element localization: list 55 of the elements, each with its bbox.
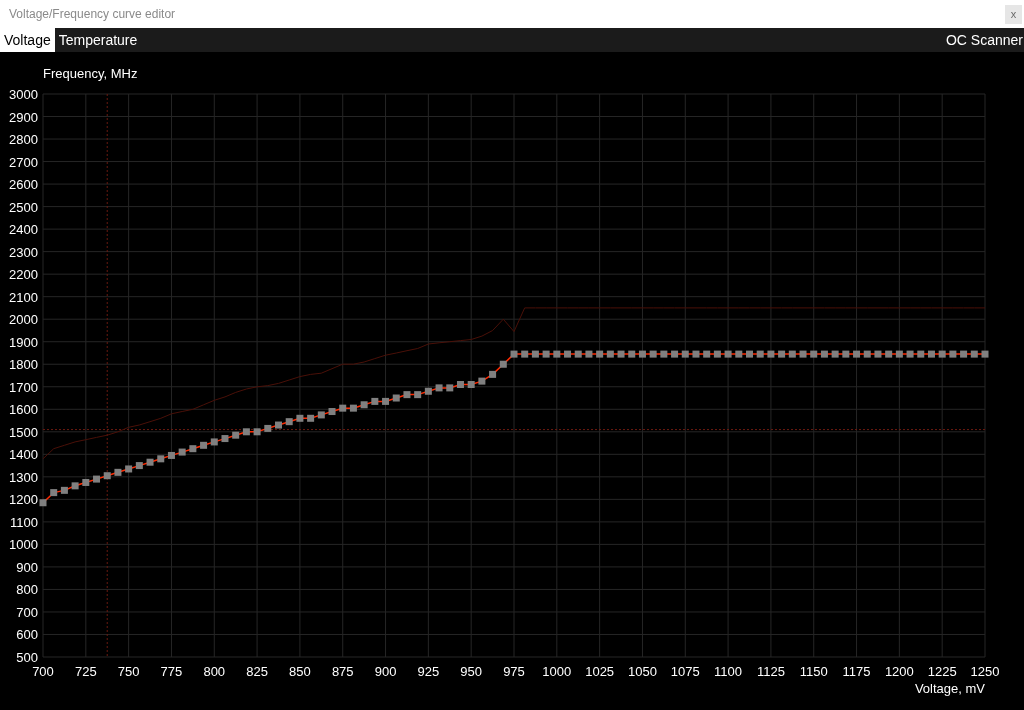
- y-axis-label: 1800: [9, 357, 38, 373]
- y-axis-label: 1900: [9, 334, 38, 350]
- y-axis-label: 1000: [9, 537, 38, 553]
- x-axis-label: 1150: [799, 664, 828, 679]
- y-axis-label: 2300: [9, 244, 38, 260]
- y-axis-label: 1500: [9, 424, 38, 440]
- x-axis-label: 850: [289, 664, 311, 679]
- close-button[interactable]: x: [1005, 4, 1022, 24]
- x-axis-label: 925: [417, 664, 440, 679]
- y-axis-label: 2200: [9, 267, 38, 283]
- y-axis-label: 2100: [9, 289, 38, 305]
- x-axis-label: 1250: [970, 664, 1000, 679]
- x-axis-label: 1050: [628, 664, 657, 679]
- x-axis-label: 975: [503, 664, 525, 679]
- y-axis-label: 2800: [9, 132, 38, 148]
- x-axis-label: 1225: [927, 664, 957, 679]
- y-axis-title: Frequency, MHz: [43, 66, 138, 81]
- x-axis-label: 1125: [756, 664, 785, 679]
- y-axis-label: 2700: [9, 154, 38, 170]
- y-axis-label: 2500: [9, 199, 38, 215]
- window-title: Voltage/Frequency curve editor: [9, 6, 176, 23]
- x-axis-label: 700: [32, 664, 54, 679]
- x-axis-label: 775: [160, 664, 183, 679]
- x-axis-label: 1100: [714, 664, 743, 679]
- y-axis-label: 600: [16, 627, 38, 643]
- y-axis-label: 500: [16, 650, 38, 665]
- y-axis-label: 1700: [9, 379, 38, 395]
- y-axis-label: 1200: [9, 492, 38, 508]
- y-axis-label: 700: [16, 604, 38, 620]
- x-axis-label: 1075: [670, 664, 700, 679]
- x-axis-label: 825: [246, 664, 268, 679]
- y-axis-label: 2900: [9, 109, 38, 125]
- y-axis-label: 900: [16, 559, 38, 575]
- x-axis-label: 1200: [884, 664, 914, 679]
- x-axis-label: 1175: [842, 664, 871, 679]
- y-axis-label: 2600: [9, 177, 38, 193]
- y-axis-label: 3000: [9, 87, 38, 102]
- y-axis-label: 2400: [9, 222, 38, 238]
- y-axis-label: 1400: [9, 447, 38, 463]
- x-axis-label: 800: [203, 664, 226, 679]
- y-axis-label: 1600: [9, 402, 38, 418]
- x-axis-label: 1025: [585, 664, 615, 679]
- tab[interactable]: Voltage: [0, 28, 55, 52]
- oc-scanner-tab[interactable]: OC Scanner: [944, 28, 1024, 52]
- y-axis-label: 1300: [9, 469, 38, 485]
- x-axis-label: 875: [331, 664, 354, 679]
- x-axis-label: 950: [460, 664, 483, 679]
- x-axis-label: 725: [74, 664, 97, 679]
- x-axis-label: 900: [374, 664, 397, 679]
- x-axis-label: 750: [117, 664, 140, 679]
- y-axis-label: 800: [16, 582, 38, 598]
- x-axis-title: Voltage, mV: [914, 681, 985, 696]
- y-axis-label: 2000: [9, 312, 38, 328]
- x-axis-label: 1000: [542, 664, 572, 679]
- y-axis-label: 1100: [10, 514, 38, 530]
